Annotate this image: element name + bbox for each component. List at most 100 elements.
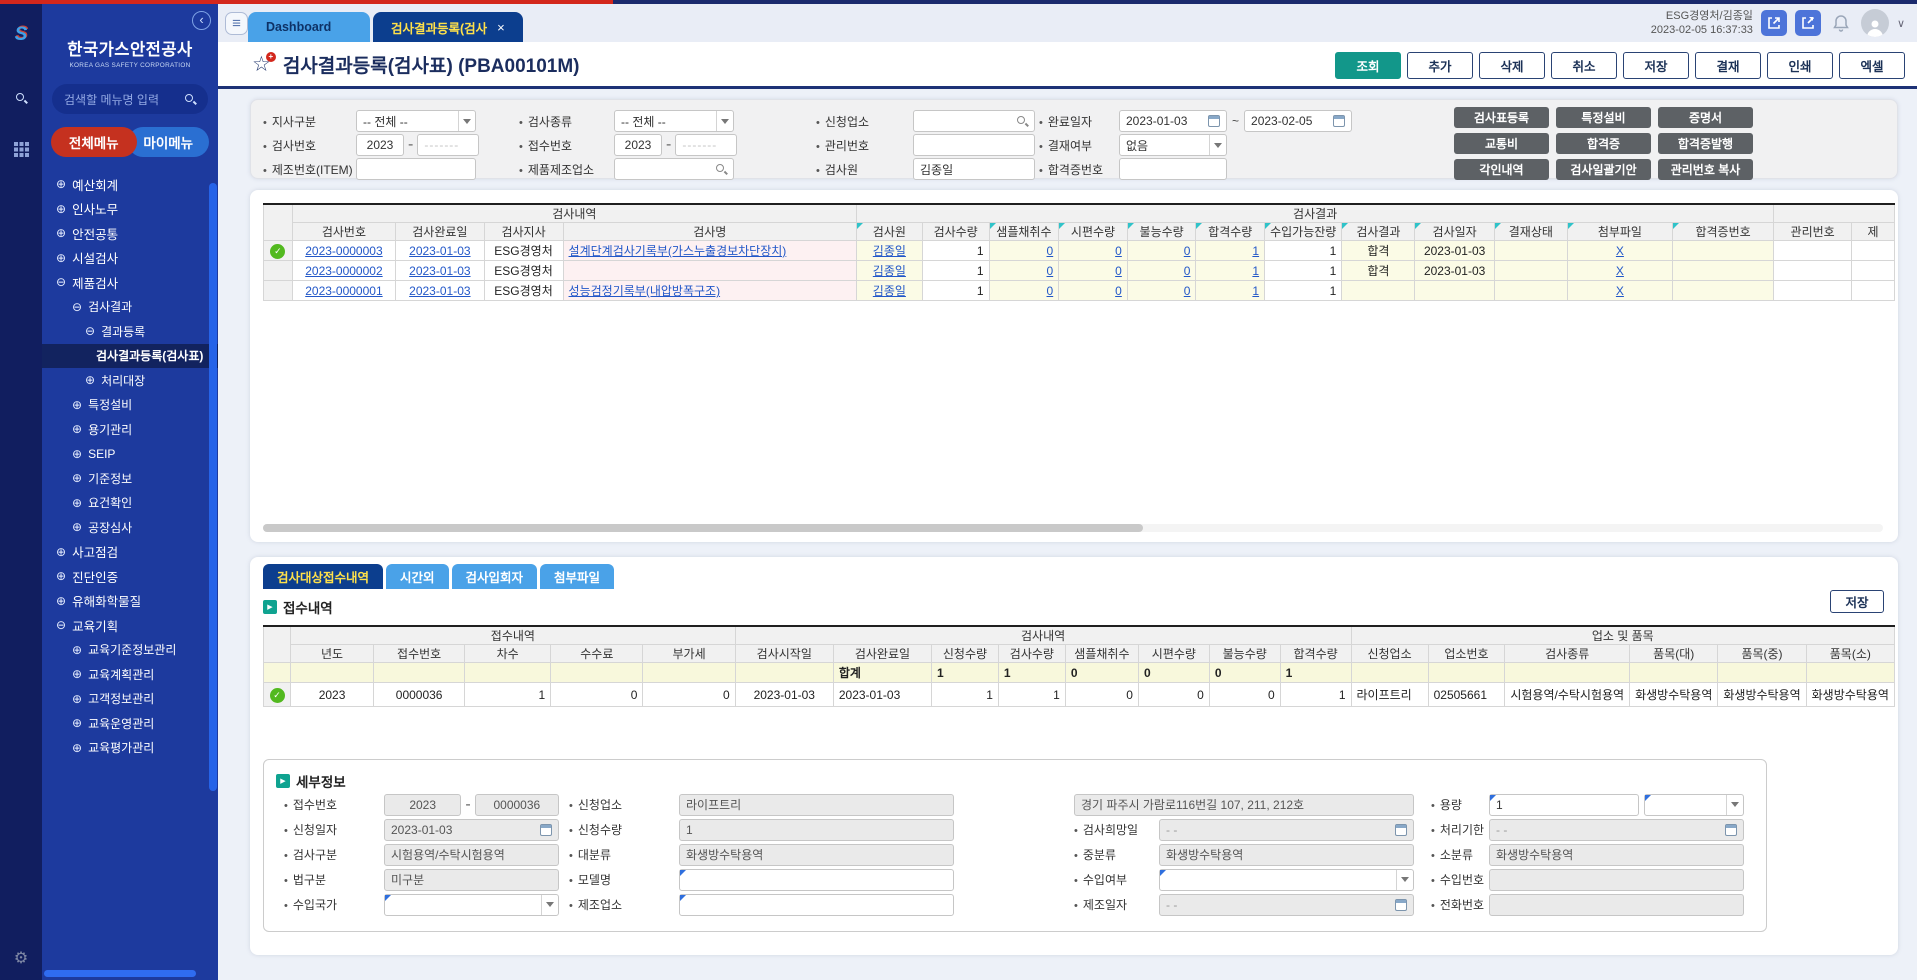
hamburger-menu-icon[interactable]: ≡: [225, 12, 248, 35]
detail-capacity-unit-select[interactable]: [1644, 794, 1744, 816]
sidebar-item[interactable]: ⊖결과등록: [42, 319, 218, 344]
grid-link[interactable]: 2023-01-03: [409, 244, 470, 258]
sidebar-item[interactable]: 검사결과등록(검사표): [42, 344, 218, 369]
grid-column-header[interactable]: 검사수량: [998, 645, 1065, 663]
save-button[interactable]: 저장: [1830, 590, 1884, 613]
grid-column-header[interactable]: 합격수량: [1196, 223, 1265, 241]
grid-column-header[interactable]: 검사수량: [922, 223, 989, 241]
detail-maker-input[interactable]: [679, 894, 954, 916]
item-no-input[interactable]: [356, 158, 476, 180]
sidebar-item[interactable]: ⊕유해화학물질: [42, 589, 218, 614]
detail-tab[interactable]: 시간외: [386, 564, 449, 589]
sidebar-item[interactable]: ⊕기준정보: [42, 466, 218, 491]
grid-column-header[interactable]: 차수: [465, 645, 551, 663]
action-button-6[interactable]: 결재: [1695, 52, 1761, 79]
search-icon[interactable]: [1016, 115, 1028, 127]
grid-column-header[interactable]: 첨부파일: [1567, 223, 1672, 241]
pass-no-input[interactable]: [1119, 158, 1227, 180]
summary-row[interactable]: 합계110001: [264, 663, 1895, 683]
sidebar-item[interactable]: ⊕인사노무: [42, 197, 218, 222]
sidebar-item[interactable]: ⊕특정설비: [42, 393, 218, 418]
grid-column-header[interactable]: 검사번호: [292, 223, 395, 241]
grid-link[interactable]: 성능검정기록부(내압방폭구조): [569, 284, 721, 298]
quick-button[interactable]: 증명서: [1658, 107, 1753, 128]
quick-button[interactable]: 합격증발행: [1658, 133, 1753, 154]
grid-link[interactable]: 0: [1047, 244, 1054, 258]
grid-link[interactable]: 1: [1252, 244, 1259, 258]
search-icon[interactable]: [715, 163, 727, 175]
logo[interactable]: 한국가스안전공사 KOREA GAS SAFETY CORPORATION: [42, 36, 218, 69]
detail-import-yn-select[interactable]: [1159, 869, 1414, 891]
grid-link[interactable]: 김종일: [873, 284, 906, 298]
sidebar-item[interactable]: ⊕진단인증: [42, 564, 218, 589]
calendar-icon[interactable]: [540, 824, 552, 836]
grid-column-header[interactable]: 품목(대): [1630, 645, 1718, 663]
quick-button[interactable]: 관리번호 복사: [1658, 159, 1753, 180]
grid-column-header[interactable]: 품목(중): [1718, 645, 1806, 663]
sidebar-item[interactable]: ⊕교육평가관리: [42, 736, 218, 761]
sidebar-item[interactable]: ⊕교육운영관리: [42, 711, 218, 736]
grid-column-header[interactable]: 검사명: [563, 223, 856, 241]
grid-column-header[interactable]: 수수료: [551, 645, 643, 663]
grid-column-header[interactable]: 검사완료일: [833, 645, 931, 663]
grid-column-header[interactable]: 시편수량: [1059, 223, 1128, 241]
action-button-4[interactable]: 취소: [1551, 52, 1617, 79]
detail-capacity-input[interactable]: 1: [1489, 794, 1639, 816]
detail-model-input[interactable]: [679, 869, 954, 891]
detail-deadline[interactable]: - -: [1489, 819, 1744, 841]
sidebar-item[interactable]: ⊕고객정보관리: [42, 687, 218, 712]
grid-column-header[interactable]: 불능수량: [1209, 645, 1280, 663]
grid-link[interactable]: 0: [1047, 264, 1054, 278]
sidebar-item[interactable]: ⊕안전공통: [42, 221, 218, 246]
grid-column-header[interactable]: 합격수량: [1280, 645, 1351, 663]
sidebar-item[interactable]: ⊕처리대장: [42, 368, 218, 393]
grid-link[interactable]: 2023-01-03: [409, 284, 470, 298]
row-selector[interactable]: [264, 261, 293, 281]
grid-column-header[interactable]: 검사종류: [1505, 645, 1630, 663]
grid-column-header[interactable]: 시편수량: [1138, 645, 1209, 663]
notification-bell-icon[interactable]: [1829, 14, 1853, 33]
branch-select[interactable]: -- 전체 --: [356, 110, 476, 132]
tab-dashboard[interactable]: Dashboard: [248, 12, 370, 42]
table-row[interactable]: ✓2023-00000032023-01-03ESG경영처설계단계검사기록부(가…: [264, 241, 1895, 261]
quick-button[interactable]: 특정설비: [1556, 107, 1651, 128]
product-maker-input[interactable]: [614, 158, 734, 180]
calendar-icon[interactable]: [1395, 824, 1407, 836]
search-icon[interactable]: [184, 93, 196, 105]
grid-link[interactable]: 0: [1184, 264, 1191, 278]
detail-hope-date[interactable]: - -: [1159, 819, 1414, 841]
sidebar-item[interactable]: ⊖검사결과: [42, 295, 218, 320]
inspection-type-select[interactable]: -- 전체 --: [614, 110, 734, 132]
sidebar-item[interactable]: ⊖교육기획: [42, 613, 218, 638]
action-button-3[interactable]: 삭제: [1479, 52, 1545, 79]
action-button-2[interactable]: 추가: [1407, 52, 1473, 79]
apply-shop-input[interactable]: [913, 110, 1035, 132]
quick-button[interactable]: 합격증: [1556, 133, 1651, 154]
detail-import-country-select[interactable]: [384, 894, 559, 916]
complete-date-from[interactable]: 2023-01-03: [1119, 110, 1227, 132]
grid-link[interactable]: 1: [1252, 284, 1259, 298]
sidebar-item[interactable]: ⊕교육계획관리: [42, 662, 218, 687]
grid-column-header[interactable]: 검사지사: [484, 223, 563, 241]
row-selector[interactable]: [264, 663, 291, 683]
quick-button[interactable]: 검사표등록: [1454, 107, 1549, 128]
calendar-icon[interactable]: [1333, 115, 1345, 127]
quick-button[interactable]: 교통비: [1454, 133, 1549, 154]
grid-link[interactable]: 2023-0000003: [305, 244, 382, 258]
detail-tab[interactable]: 검사대상접수내역: [263, 564, 383, 589]
grid-link[interactable]: 1: [1252, 264, 1259, 278]
grid-link[interactable]: 2023-01-03: [409, 264, 470, 278]
grid-column-header[interactable]: 검사결과: [1342, 223, 1415, 241]
complete-date-to[interactable]: 2023-02-05: [1244, 110, 1352, 132]
inspection-no-serial-input[interactable]: -------: [417, 134, 479, 156]
grid-column-header[interactable]: 접수번호: [374, 645, 465, 663]
sidebar-item[interactable]: ⊕예산회계: [42, 172, 218, 197]
grid-link[interactable]: 0: [1115, 284, 1122, 298]
quick-button[interactable]: 각인내역: [1454, 159, 1549, 180]
grid-column-header[interactable]: 관리번호: [1774, 223, 1852, 241]
chevron-down-icon[interactable]: ∨: [1897, 17, 1905, 30]
grid-column-header[interactable]: 검사완료일: [396, 223, 484, 241]
all-menu-button[interactable]: 전체메뉴: [51, 127, 137, 157]
gear-icon[interactable]: ⚙: [0, 948, 42, 968]
grid-column-header[interactable]: 년도: [291, 645, 374, 663]
